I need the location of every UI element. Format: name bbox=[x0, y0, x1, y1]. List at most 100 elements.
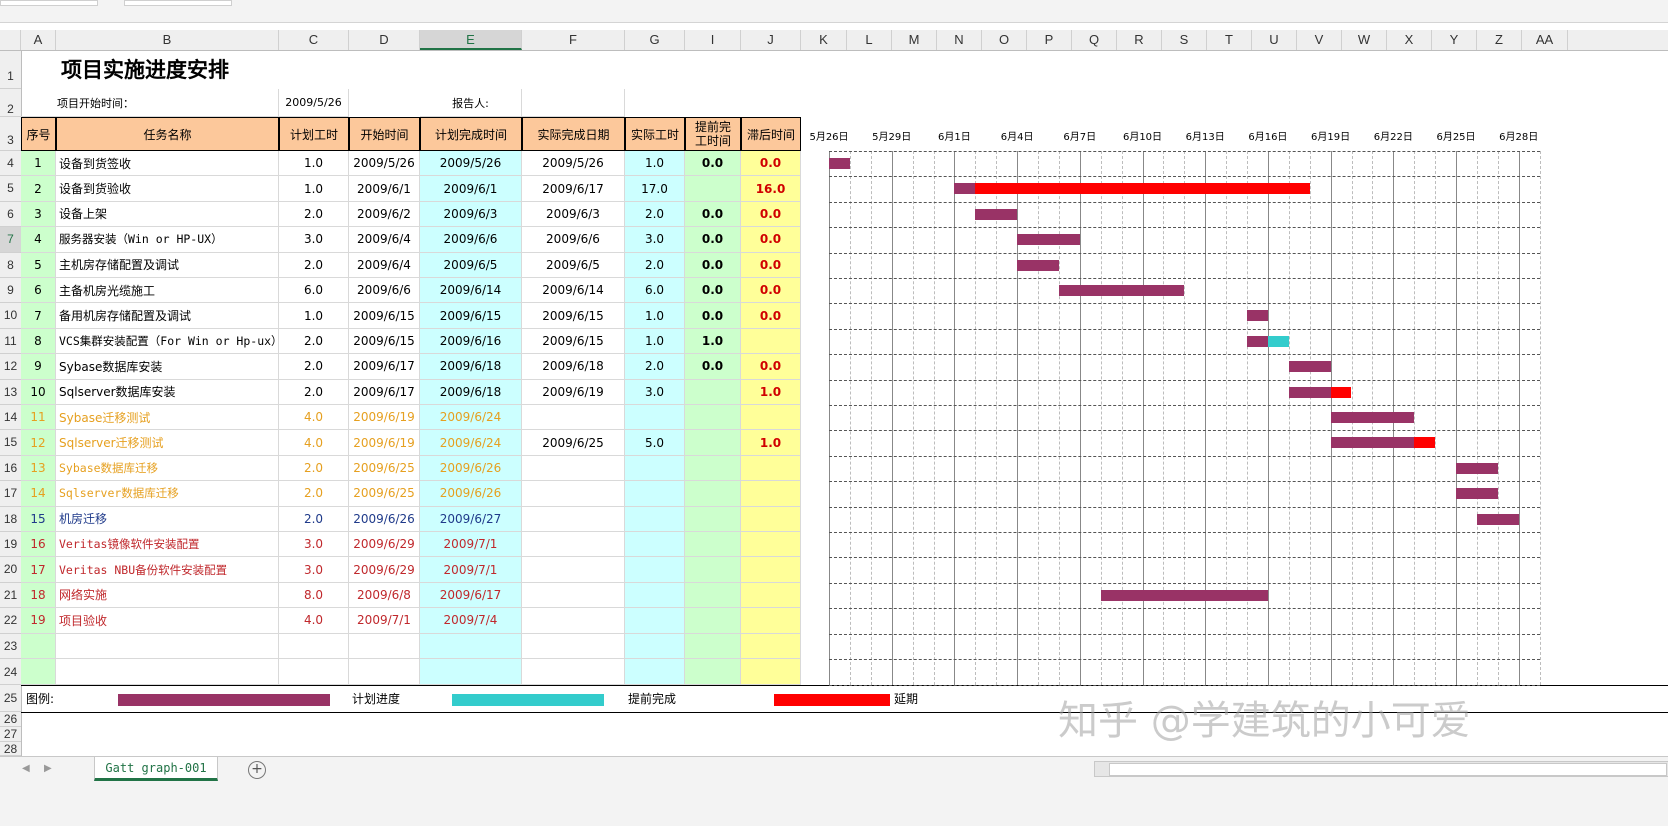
column-header-p[interactable]: P bbox=[1027, 30, 1072, 50]
task-seq[interactable] bbox=[21, 659, 56, 685]
task-start[interactable]: 2009/6/17 bbox=[349, 379, 420, 405]
task-early[interactable]: 0.0 bbox=[685, 252, 741, 278]
column-header-s[interactable]: S bbox=[1162, 30, 1207, 50]
task-plan-end[interactable] bbox=[420, 633, 522, 659]
task-early[interactable]: 0.0 bbox=[685, 151, 741, 177]
task-plan-hours[interactable]: 2.0 bbox=[279, 481, 349, 507]
task-actual-hours[interactable] bbox=[625, 405, 685, 431]
task-plan-hours[interactable]: 1.0 bbox=[279, 151, 349, 177]
task-actual-hours[interactable]: 2.0 bbox=[625, 354, 685, 380]
task-name[interactable]: Veritas镜像软件安装配置 bbox=[56, 532, 279, 558]
task-name[interactable] bbox=[56, 633, 279, 659]
column-header-g[interactable]: G bbox=[625, 30, 685, 50]
task-start[interactable]: 2009/6/17 bbox=[349, 354, 420, 380]
column-header-k[interactable]: K bbox=[801, 30, 847, 50]
task-seq[interactable]: 13 bbox=[21, 455, 56, 482]
task-plan-end[interactable]: 2009/7/4 bbox=[420, 608, 522, 634]
row-header-4[interactable]: 4 bbox=[0, 151, 21, 177]
header-early[interactable]: 提前完 工时间 bbox=[685, 117, 741, 151]
task-seq[interactable]: 12 bbox=[21, 430, 56, 456]
task-name[interactable]: 设备到货签收 bbox=[56, 151, 279, 177]
task-actual-hours[interactable]: 2.0 bbox=[625, 201, 685, 228]
task-plan-hours[interactable]: 2.0 bbox=[279, 252, 349, 278]
task-plan-end[interactable]: 2009/6/27 bbox=[420, 506, 522, 532]
column-header-a[interactable]: A bbox=[21, 30, 56, 50]
task-seq[interactable] bbox=[21, 633, 56, 659]
column-header-q[interactable]: Q bbox=[1072, 30, 1117, 50]
row-header-22[interactable]: 22 bbox=[0, 608, 21, 634]
task-late[interactable]: 0.0 bbox=[741, 227, 801, 253]
task-late[interactable] bbox=[741, 557, 801, 583]
column-header-v[interactable]: V bbox=[1297, 30, 1342, 50]
task-plan-hours[interactable]: 3.0 bbox=[279, 557, 349, 583]
task-actual-end[interactable]: 2009/6/5 bbox=[522, 252, 625, 278]
row-header-16[interactable]: 16 bbox=[0, 456, 21, 482]
header-task[interactable]: 任务名称 bbox=[56, 117, 279, 151]
reporter-label[interactable]: 报告人: bbox=[420, 89, 522, 117]
task-seq[interactable]: 11 bbox=[21, 405, 56, 431]
task-late[interactable] bbox=[741, 481, 801, 507]
tab-prev-icon[interactable]: ◀ bbox=[22, 763, 30, 774]
task-seq[interactable]: 19 bbox=[21, 608, 56, 634]
task-late[interactable] bbox=[741, 608, 801, 634]
task-plan-hours[interactable]: 6.0 bbox=[279, 278, 349, 304]
task-seq[interactable]: 17 bbox=[21, 557, 56, 583]
column-header-j[interactable]: J bbox=[741, 30, 801, 50]
header-start[interactable]: 开始时间 bbox=[349, 117, 420, 151]
task-early[interactable] bbox=[685, 455, 741, 482]
column-header-u[interactable]: U bbox=[1252, 30, 1297, 50]
task-actual-hours[interactable]: 3.0 bbox=[625, 227, 685, 253]
task-name[interactable] bbox=[56, 659, 279, 685]
task-seq[interactable]: 10 bbox=[21, 379, 56, 405]
task-early[interactable]: 0.0 bbox=[685, 278, 741, 304]
task-name[interactable]: Sybase数据库安装 bbox=[56, 354, 279, 380]
task-start[interactable]: 2009/6/15 bbox=[349, 328, 420, 355]
row-header-7[interactable]: 7 bbox=[0, 227, 21, 253]
task-plan-hours[interactable]: 3.0 bbox=[279, 227, 349, 253]
task-start[interactable]: 2009/5/26 bbox=[349, 151, 420, 177]
task-actual-end[interactable] bbox=[522, 659, 625, 685]
task-early[interactable]: 0.0 bbox=[685, 354, 741, 380]
task-plan-hours[interactable]: 4.0 bbox=[279, 608, 349, 634]
task-early[interactable] bbox=[685, 557, 741, 583]
task-start[interactable]: 2009/6/25 bbox=[349, 481, 420, 507]
task-actual-hours[interactable] bbox=[625, 659, 685, 685]
header-late[interactable]: 滞后时间 bbox=[741, 117, 801, 151]
row-header-5[interactable]: 5 bbox=[0, 176, 21, 202]
task-start[interactable]: 2009/6/26 bbox=[349, 506, 420, 532]
task-early[interactable] bbox=[685, 633, 741, 659]
task-plan-hours[interactable]: 2.0 bbox=[279, 354, 349, 380]
task-name[interactable]: 主机房存储配置及调试 bbox=[56, 252, 279, 278]
task-plan-end[interactable] bbox=[420, 659, 522, 685]
task-start[interactable]: 2009/6/19 bbox=[349, 430, 420, 456]
row-header-2[interactable]: 2 bbox=[0, 89, 21, 117]
task-actual-hours[interactable] bbox=[625, 557, 685, 583]
column-header-m[interactable]: M bbox=[892, 30, 937, 50]
row-header-20[interactable]: 20 bbox=[0, 557, 21, 583]
task-early[interactable] bbox=[685, 379, 741, 405]
task-actual-end[interactable]: 2009/6/18 bbox=[522, 354, 625, 380]
task-seq[interactable]: 8 bbox=[21, 328, 56, 355]
header-plan-hours[interactable]: 计划工时 bbox=[279, 117, 349, 151]
task-actual-hours[interactable]: 2.0 bbox=[625, 252, 685, 278]
task-late[interactable] bbox=[741, 659, 801, 685]
task-name[interactable]: 网络实施 bbox=[56, 582, 279, 609]
task-late[interactable]: 16.0 bbox=[741, 176, 801, 202]
task-plan-hours[interactable]: 4.0 bbox=[279, 405, 349, 431]
task-plan-end[interactable]: 2009/6/18 bbox=[420, 379, 522, 405]
task-name[interactable]: Sybase迁移测试 bbox=[56, 405, 279, 431]
task-actual-hours[interactable]: 1.0 bbox=[625, 151, 685, 177]
task-late[interactable] bbox=[741, 506, 801, 532]
task-plan-hours[interactable]: 2.0 bbox=[279, 328, 349, 355]
column-header-z[interactable]: Z bbox=[1477, 30, 1522, 50]
task-actual-end[interactable] bbox=[522, 633, 625, 659]
task-late[interactable] bbox=[741, 328, 801, 355]
task-plan-end[interactable]: 2009/6/15 bbox=[420, 303, 522, 329]
task-plan-end[interactable]: 2009/6/26 bbox=[420, 455, 522, 482]
start-time-value[interactable]: 2009/5/26 bbox=[279, 89, 349, 117]
row-header-11[interactable]: 11 bbox=[0, 329, 21, 355]
task-start[interactable]: 2009/6/1 bbox=[349, 176, 420, 202]
task-late[interactable]: 0.0 bbox=[741, 252, 801, 278]
header-plan-end[interactable]: 计划完成时间 bbox=[420, 117, 522, 151]
task-name[interactable]: Sqlserver数据库迁移 bbox=[56, 481, 279, 507]
